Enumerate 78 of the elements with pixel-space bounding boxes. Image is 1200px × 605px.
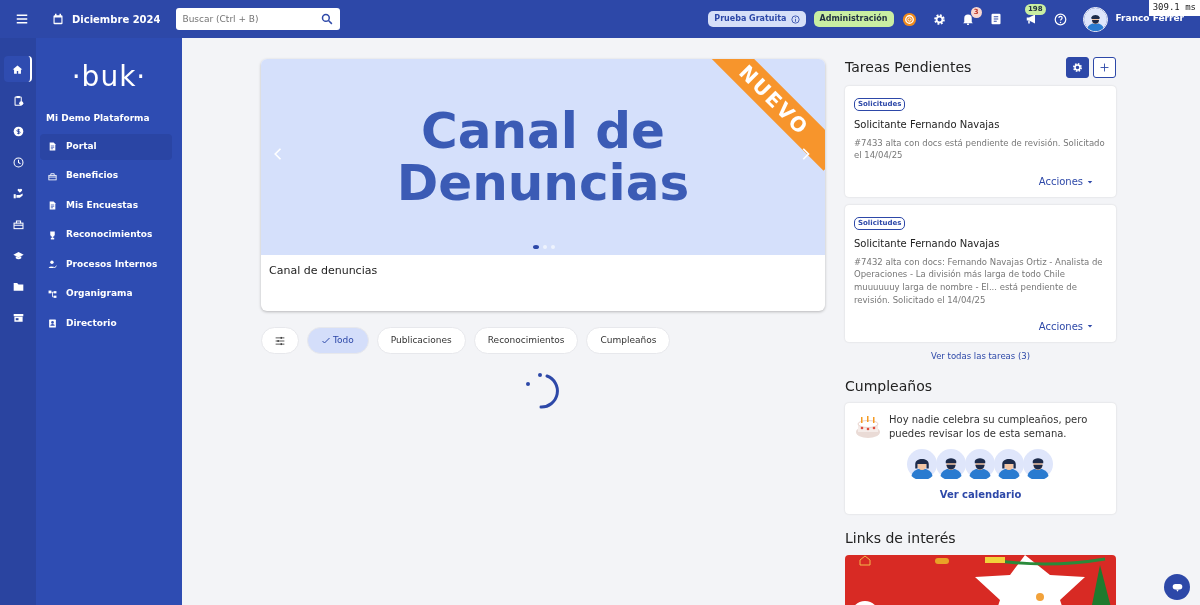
settings-icon[interactable] (932, 12, 946, 26)
avatar-icon (907, 449, 937, 480)
menu-button[interactable] (16, 13, 28, 25)
gift-icon (48, 171, 57, 181)
hand-heart-icon (12, 187, 24, 199)
sidebar-item[interactable]: Directorio (40, 310, 172, 337)
plus-icon (1100, 63, 1109, 72)
folder-icon (12, 280, 24, 292)
caret-icon (1087, 178, 1093, 185)
graduation-cap-icon (12, 249, 24, 261)
nav-rail-button[interactable] (4, 56, 32, 82)
search-icon (321, 13, 334, 25)
task-description: #7432 alta con docs: Fernando Navajas Ortiz - Analista de Operaciones - La división más larga de todo Chile muuuuuuy larga de nombre - El... está pendiente de revisión. Solicitado el 14/04/25 (854, 255, 1104, 307)
bell-icon[interactable] (961, 13, 974, 25)
month-label: Diciembre 2024 (72, 12, 161, 27)
info-icon (790, 14, 800, 24)
check-icon (322, 336, 330, 345)
section-title: Links de interés (845, 530, 957, 547)
platform-title: Mi Demo Plataforma (45, 112, 151, 125)
view-all-link[interactable]: Ver todas las tareas (3) (845, 349, 1116, 363)
calendar-icon (52, 13, 64, 25)
settings-button[interactable] (1066, 57, 1089, 78)
settings-icon (1072, 62, 1083, 73)
sidebar-item[interactable]: Reconocimientos (40, 222, 172, 248)
sidebar-item[interactable]: Beneficios (40, 163, 172, 189)
help-icon[interactable] (1053, 12, 1067, 26)
store-icon (12, 311, 24, 323)
avatar-icon (994, 449, 1024, 480)
clipboard-icon (12, 94, 24, 106)
banner-headline: Canal de Denuncias (395, 104, 691, 210)
actions-dropdown[interactable]: Acciones (1024, 170, 1107, 191)
birthday-message: Hoy nadie celebra su cumpleaños, pero puedes revisar los de esta semana. (889, 413, 1089, 442)
cake-icon (855, 413, 881, 440)
sidebar-item[interactable]: Portal (40, 133, 172, 160)
trophy-icon (48, 230, 57, 240)
sidebar-item[interactable]: Organigrama (40, 281, 172, 307)
filter-chip[interactable]: Publicaciones (376, 327, 466, 354)
chat-button[interactable] (1164, 574, 1190, 600)
filter-button[interactable] (261, 327, 299, 354)
avatar-icon (965, 449, 995, 480)
admin-badge[interactable]: Administración (813, 11, 894, 27)
lifebuoy-icon[interactable] (901, 11, 917, 27)
clock-icon (12, 156, 24, 168)
avatar-icon[interactable] (1082, 6, 1108, 32)
logo: ·buk· (70, 59, 148, 95)
document-icon (48, 201, 57, 210)
view-calendar-link[interactable]: Ver calendario (939, 487, 1022, 503)
timing-overlay: 309.1 ms (1148, 0, 1200, 16)
caret-icon (1087, 323, 1093, 329)
section-title: Cumpleaños (845, 378, 933, 396)
chat-icon (1171, 581, 1183, 593)
filter-chip[interactable]: Reconocimientos (473, 327, 579, 354)
megaphone-icon[interactable] (1025, 13, 1038, 25)
trial-badge[interactable]: Prueba Gratuita (708, 11, 806, 27)
filter-chip[interactable]: Todo (307, 327, 369, 354)
notes-icon[interactable] (989, 13, 1002, 25)
sliders-icon (275, 335, 285, 346)
avatar-icon (936, 449, 966, 480)
actions-dropdown[interactable]: Acciones (1024, 314, 1107, 336)
home-icon (11, 63, 23, 75)
avatar-icon (1023, 449, 1053, 480)
task-title: Solicitante Fernando Navajas (854, 236, 1001, 251)
carousel-dot[interactable] (533, 245, 539, 249)
task-description: #7433 alta con docs está pendiente de revisión. Solicitado el 14/04/25 (854, 136, 1106, 162)
section-title: Tareas Pendientes (845, 59, 972, 76)
dollar-coin-icon (12, 125, 24, 137)
document-icon (48, 142, 57, 151)
sidebar-item[interactable]: Mis Encuestas (40, 192, 172, 219)
contact-card-icon (48, 319, 57, 328)
add-button[interactable] (1093, 57, 1116, 78)
task-title: Solicitante Fernando Navajas (854, 117, 1001, 132)
sidebar-item[interactable]: Procesos Internos (40, 251, 172, 278)
search-field[interactable]: Buscar (Ctrl + B) (176, 8, 341, 30)
person-check-icon (48, 260, 57, 269)
gift-icon (12, 218, 24, 230)
filter-chip[interactable]: Cumpleaños (586, 327, 671, 354)
org-chart-icon (48, 289, 57, 299)
carousel-caption-text: Canal de denuncias (268, 263, 379, 279)
